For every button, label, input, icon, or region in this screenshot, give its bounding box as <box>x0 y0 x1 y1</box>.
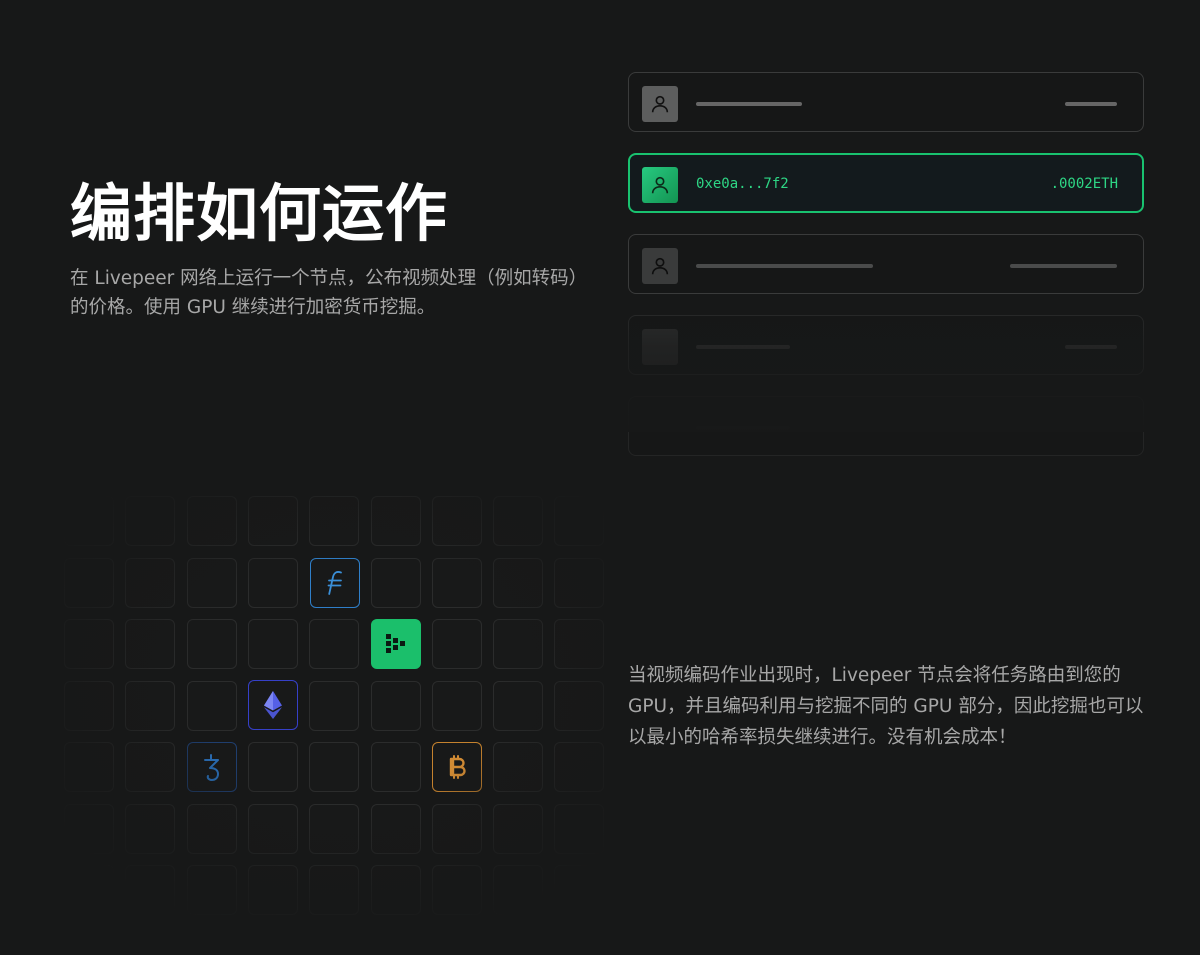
grid-cell <box>370 557 421 608</box>
livepeer-icon <box>371 619 421 669</box>
grid-cell <box>309 680 360 731</box>
grid-cell <box>247 803 298 854</box>
node-address: 0xe0a...7f2 <box>696 176 789 192</box>
grid-cell <box>247 865 298 915</box>
grid-cell <box>309 742 360 792</box>
grid-cell <box>370 803 421 854</box>
grid-cell <box>431 803 482 854</box>
grid-cell <box>493 557 544 608</box>
placeholder-name-bar <box>696 345 790 349</box>
placeholder-name-bar <box>696 426 790 430</box>
grid-cell <box>554 619 605 669</box>
grid-cell <box>554 496 605 546</box>
grid-cell <box>125 803 176 854</box>
grid-cell <box>493 803 544 854</box>
grid-cell <box>493 496 544 546</box>
token-grid <box>58 493 610 923</box>
node-card-placeholder <box>628 234 1144 294</box>
grid-cell <box>554 865 605 915</box>
grid-cell <box>247 619 298 669</box>
grid-cell <box>554 742 605 792</box>
user-icon <box>642 167 678 203</box>
grid-cell <box>125 619 176 669</box>
grid-cell <box>247 496 298 546</box>
grid-cell <box>125 557 176 608</box>
page-subtitle: 在 Livepeer 网络上运行一个节点，公布视频处理（例如转码）的价格。使用 … <box>70 268 588 318</box>
grid-cell <box>125 496 176 546</box>
grid-cell <box>431 680 482 731</box>
grid-cell <box>431 557 482 608</box>
grid-cell <box>186 557 237 608</box>
grid-cell <box>64 865 114 915</box>
grid-cell <box>247 742 298 792</box>
grid-cell <box>309 865 360 915</box>
grid-cell <box>554 557 605 608</box>
avatar-placeholder <box>642 329 678 365</box>
node-card-active[interactable]: 0xe0a...7f2 .0002ETH <box>628 153 1144 213</box>
tezos-icon <box>187 742 237 792</box>
node-card-placeholder <box>628 396 1144 456</box>
grid-cell <box>554 803 605 854</box>
grid-cell <box>554 680 605 731</box>
grid-cell <box>370 742 421 792</box>
grid-cell <box>64 680 114 731</box>
grid-cell <box>125 680 176 731</box>
grid-cell <box>493 742 544 792</box>
filecoin-icon <box>310 558 360 608</box>
grid-cell <box>431 619 482 669</box>
placeholder-amount-bar <box>1065 102 1117 106</box>
grid-cell <box>186 496 237 546</box>
grid-cell <box>431 496 482 546</box>
placeholder-name-bar <box>696 264 873 268</box>
user-icon <box>642 248 678 284</box>
grid-cell <box>186 803 237 854</box>
grid-cell <box>186 680 237 731</box>
grid-cell <box>64 742 114 792</box>
placeholder-name-bar <box>696 102 802 106</box>
grid-cell <box>431 865 482 915</box>
placeholder-amount-bar <box>1010 264 1117 268</box>
grid-cell <box>309 496 360 546</box>
grid-cell <box>64 557 114 608</box>
placeholder-amount-bar <box>1065 345 1117 349</box>
grid-cell <box>370 496 421 546</box>
grid-cell <box>370 680 421 731</box>
ethereum-icon <box>248 680 298 730</box>
page-title: 编排如何运作 <box>70 177 449 250</box>
grid-cell <box>247 557 298 608</box>
grid-cell <box>186 619 237 669</box>
grid-cell <box>64 803 114 854</box>
node-amount: .0002ETH <box>1050 176 1118 192</box>
grid-cell <box>370 865 421 915</box>
grid-cell <box>186 865 237 915</box>
grid-cell <box>125 865 176 915</box>
user-icon <box>642 86 678 122</box>
bitcoin-icon <box>432 742 482 792</box>
grid-cell <box>125 742 176 792</box>
grid-cell <box>493 680 544 731</box>
node-card-placeholder <box>628 315 1144 375</box>
node-card-placeholder <box>628 72 1144 132</box>
grid-cell <box>309 619 360 669</box>
description-text: 当视频编码作业出现时，Livepeer 节点会将任务路由到您的 GPU，并且编码… <box>628 665 1144 748</box>
grid-cell <box>64 496 114 546</box>
grid-cell <box>493 865 544 915</box>
grid-cell <box>64 619 114 669</box>
grid-cell <box>493 619 544 669</box>
grid-cell <box>309 803 360 854</box>
